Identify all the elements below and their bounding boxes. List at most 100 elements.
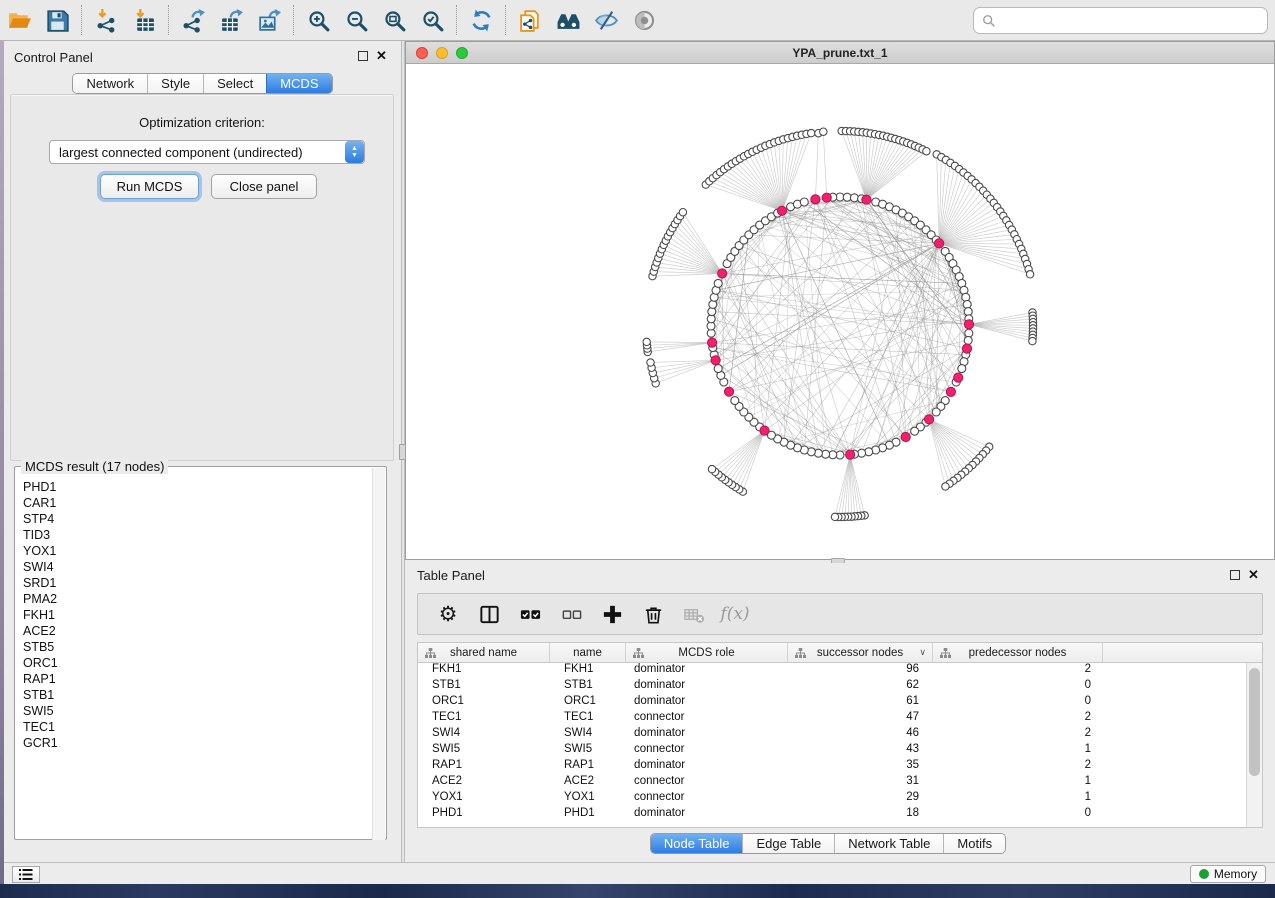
column-header-MCDS-role[interactable]: MCDS role <box>626 643 788 662</box>
close-panel-button[interactable]: Close panel <box>211 174 317 199</box>
window-minimize-icon[interactable] <box>436 47 448 59</box>
export-table-icon[interactable] <box>212 3 250 37</box>
mcds-result-item[interactable]: FKH1 <box>23 607 58 623</box>
select-stepper-icon: ▲▼ <box>345 141 364 163</box>
tab-mcds[interactable]: MCDS <box>266 74 331 93</box>
add-column-icon[interactable] <box>596 598 628 630</box>
mcds-result-item[interactable]: TID3 <box>23 527 58 543</box>
table-row[interactable]: RAP1RAP1dominator352 <box>418 759 1262 775</box>
table-row[interactable]: STB1STB1dominator620 <box>418 679 1262 695</box>
binoculars-icon[interactable] <box>549 3 587 37</box>
mcds-result-item[interactable]: YOX1 <box>23 543 58 559</box>
tab-style[interactable]: Style <box>147 74 203 93</box>
mcds-result-item[interactable]: RAP1 <box>23 671 58 687</box>
mcds-result-item[interactable]: PMA2 <box>23 591 58 607</box>
run-mcds-button[interactable]: Run MCDS <box>100 174 199 199</box>
table-row[interactable]: PHD1PHD1dominator180 <box>418 807 1262 823</box>
mcds-result-item[interactable]: CAR1 <box>23 495 58 511</box>
zoom-selected-icon[interactable] <box>413 3 451 37</box>
table-row[interactable]: YOX1YOX1connector291 <box>418 791 1262 807</box>
table-cell: connector <box>626 775 788 791</box>
table-cell: 0 <box>933 679 1103 695</box>
mcds-result-item[interactable]: STB1 <box>23 687 58 703</box>
zoom-in-icon[interactable] <box>299 3 337 37</box>
table-scrollbar-thumb[interactable] <box>1249 668 1260 776</box>
mcds-result-item[interactable]: SWI5 <box>23 703 58 719</box>
memory-button[interactable]: Memory <box>1190 865 1266 883</box>
deselect-all-icon[interactable] <box>555 598 587 630</box>
column-header-shared-name[interactable]: shared name <box>418 643 550 662</box>
tab-select[interactable]: Select <box>203 74 266 93</box>
export-network-icon[interactable] <box>174 3 212 37</box>
function-builder-icon[interactable]: f(x) <box>719 598 751 630</box>
table-cell: connector <box>626 711 788 727</box>
mcds-result-item[interactable]: STP4 <box>23 511 58 527</box>
tab-network[interactable]: Network <box>73 74 147 93</box>
table-cell: STB1 <box>550 679 626 695</box>
mcds-result-item[interactable]: PHD1 <box>23 479 58 495</box>
mcds-result-item[interactable]: GCR1 <box>23 735 58 751</box>
table-scrollbar[interactable] <box>1246 663 1262 827</box>
control-panel-title: Control Panel <box>14 50 93 65</box>
table-tabs-bar: Node TableEdge TableNetwork TableMotifs <box>405 833 1251 854</box>
zoom-out-icon[interactable] <box>337 3 375 37</box>
window-close-icon[interactable] <box>416 47 428 59</box>
table-cell: connector <box>626 743 788 759</box>
table-row[interactable]: ACE2ACE2connector311 <box>418 775 1262 791</box>
tab-motifs[interactable]: Motifs <box>943 834 1005 853</box>
delete-column-icon[interactable] <box>637 598 669 630</box>
table-cell: SWI5 <box>418 743 550 759</box>
delete-table-icon[interactable] <box>678 598 710 630</box>
select-all-icon[interactable] <box>514 598 546 630</box>
table-row[interactable]: SWI4SWI4dominator462 <box>418 727 1262 743</box>
import-table-icon[interactable] <box>125 3 163 37</box>
split-columns-icon[interactable] <box>473 598 505 630</box>
table-row[interactable]: SWI5SWI5connector431 <box>418 743 1262 759</box>
criterion-select[interactable]: largest connected component (undirected)… <box>49 140 365 164</box>
settings-gear-icon[interactable]: ⚙ <box>432 598 464 630</box>
memory-label: Memory <box>1214 867 1257 881</box>
mcds-result-item[interactable]: SWI4 <box>23 559 58 575</box>
column-header-filler <box>1103 643 1246 662</box>
table-row[interactable]: ORC1ORC1dominator610 <box>418 695 1262 711</box>
refresh-icon[interactable] <box>462 3 500 37</box>
network-canvas[interactable] <box>406 64 1274 559</box>
close-panel-icon[interactable]: ✕ <box>1248 570 1259 580</box>
task-history-button[interactable] <box>12 866 40 883</box>
control-panel-tabs: NetworkStyleSelectMCDS <box>72 73 332 94</box>
close-panel-icon[interactable]: ✕ <box>376 51 387 61</box>
show-graphics-icon[interactable] <box>625 3 663 37</box>
open-folder-icon[interactable] <box>0 3 38 37</box>
mcds-result-item[interactable]: TEC1 <box>23 719 58 735</box>
column-header-successor-nodes[interactable]: successor nodes∨ <box>788 643 933 662</box>
optimization-criterion-label: Optimization criterion: <box>11 115 393 130</box>
mcds-result-scrollbar[interactable] <box>372 468 385 840</box>
search-input[interactable] <box>973 7 1268 34</box>
table-cell: FKH1 <box>550 663 626 679</box>
mcds-result-item[interactable]: STB5 <box>23 639 58 655</box>
hide-graphics-icon[interactable] <box>587 3 625 37</box>
tab-network-table[interactable]: Network Table <box>834 834 943 853</box>
window-maximize-icon[interactable] <box>456 47 468 59</box>
float-panel-icon[interactable] <box>358 51 368 61</box>
table-row[interactable]: TEC1TEC1connector472 <box>418 711 1262 727</box>
share-document-icon[interactable] <box>511 3 549 37</box>
table-row[interactable]: FKH1FKH1dominator962 <box>418 663 1262 679</box>
mcds-result-item[interactable]: ACE2 <box>23 623 58 639</box>
save-icon[interactable] <box>38 3 76 37</box>
tab-node-table[interactable]: Node Table <box>651 834 743 853</box>
table-cell: dominator <box>626 807 788 823</box>
import-network-icon[interactable] <box>87 3 125 37</box>
export-image-icon[interactable] <box>250 3 288 37</box>
table-cell: 35 <box>788 759 933 775</box>
status-bar: Memory <box>4 862 1275 884</box>
mcds-result-item[interactable]: SRD1 <box>23 575 58 591</box>
float-panel-icon[interactable] <box>1230 570 1240 580</box>
zoom-fit-icon[interactable] <box>375 3 413 37</box>
mcds-result-item[interactable]: ORC1 <box>23 655 58 671</box>
column-header-predecessor-nodes[interactable]: predecessor nodes <box>933 643 1103 662</box>
table-toolbar: ⚙ f(x) <box>417 593 1263 635</box>
tab-edge-table[interactable]: Edge Table <box>742 834 834 853</box>
table-cell: 2 <box>933 759 1103 775</box>
column-header-name[interactable]: name <box>550 643 626 662</box>
